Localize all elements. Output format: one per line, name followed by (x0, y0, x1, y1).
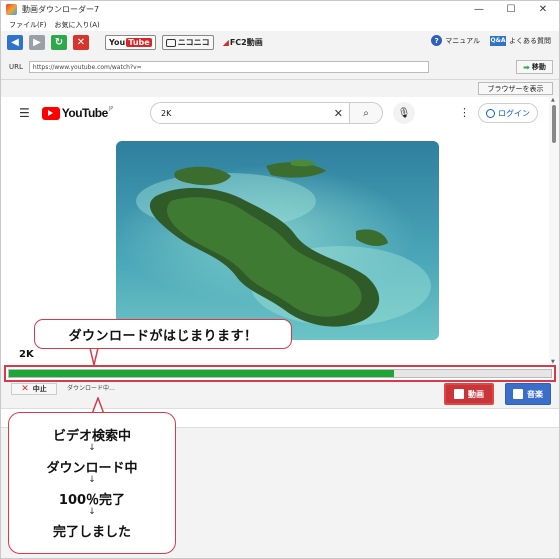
title-bar: 動画ダウンローダー7 — ☐ ✕ (1, 1, 559, 18)
youtube-header: ☰ YouTube JP 2K ✕ ⌕ 🎙 ⋮ ログイン (1, 97, 549, 129)
faq-link[interactable]: Q&A よくある質問 (490, 35, 551, 46)
go-label: 移動 (531, 63, 546, 71)
fc2-site-button[interactable]: ◢ FC2動画 (220, 35, 266, 50)
video-thumbnail (116, 141, 439, 340)
progress-bar (8, 369, 552, 378)
fc2-logo-icon: ◢ (222, 38, 229, 47)
music-icon (513, 389, 523, 399)
menu-favorites[interactable]: お気に入り(A) (55, 20, 100, 30)
minimize-button[interactable]: — (463, 1, 495, 18)
down-arrow-icon: ↓ (88, 443, 96, 453)
down-arrow-icon: ↓ (88, 475, 96, 485)
tv-icon (165, 38, 176, 47)
manual-label: マニュアル (445, 36, 480, 45)
fc2-label: FC2動画 (229, 38, 263, 47)
close-icon: ✕ (76, 37, 86, 48)
film-icon (454, 389, 464, 399)
qa-icon: Q&A (490, 35, 506, 46)
app-icon (6, 4, 17, 15)
microphone-icon: 🎙 (397, 107, 411, 119)
maximize-button[interactable]: ☐ (495, 1, 527, 18)
back-button[interactable]: ◀ (7, 35, 23, 50)
url-input[interactable]: https://www.youtube.com/watch?v= (28, 61, 429, 73)
callout-download-start: ダウンロードがはじまります！ (34, 319, 292, 349)
niconico-label: ニコニコ (177, 38, 210, 47)
search-icon: ⌕ (363, 107, 369, 119)
account-icon (486, 108, 495, 118)
step-finished: 完了しました (52, 525, 131, 540)
video-button-label: 動画 (468, 389, 484, 399)
toolbar: ◀ ▶ ↻ ✕ You Tube ニコニコ ◢ FC2動画 ? マニュアル Q&A よく… (1, 32, 559, 53)
question-icon: ? (431, 35, 443, 46)
menu-file[interactable]: ファイル(F) (9, 20, 47, 30)
help-links: ? マニュアル Q&A よくある質問 (421, 35, 551, 46)
status-text: ダウンロード中… (67, 385, 116, 392)
menu-bar: ファイル(F) お気に入り(A) (1, 18, 559, 31)
youtube-search-input[interactable]: 2K ✕ (150, 102, 350, 124)
divider (1, 79, 559, 80)
scroll-thumb[interactable] (552, 105, 556, 143)
progress-fill (9, 370, 394, 377)
close-icon: ✕ (21, 384, 29, 394)
video-title[interactable]: 2K (19, 349, 34, 360)
scroll-up-icon[interactable]: ▲ (551, 97, 555, 103)
go-button[interactable]: ➡ 移動 (516, 60, 553, 74)
cancel-button[interactable]: ✕ 中止 (11, 383, 57, 395)
close-button[interactable]: ✕ (527, 1, 559, 18)
go-arrow-icon: ➡ (523, 62, 530, 72)
login-label: ログイン (498, 108, 530, 118)
vertical-scrollbar[interactable]: ▲ ▼ (549, 97, 559, 365)
video-download-button[interactable]: 動画 (444, 383, 494, 405)
youtube-login-button[interactable]: ログイン (478, 103, 538, 123)
microphone-button[interactable]: 🎙 (393, 102, 415, 124)
niconico-site-button[interactable]: ニコニコ (161, 35, 214, 50)
status-row: ✕ 中止 ダウンロード中… 動画 音楽 (1, 383, 559, 405)
step-searching: ビデオ検索中 (52, 429, 131, 444)
arrow-left-icon: ◀ (11, 37, 19, 48)
youtube-play-icon (41, 106, 60, 120)
reload-icon: ↻ (54, 37, 64, 48)
youtube-you-label: You (109, 38, 126, 47)
url-label: URL (9, 63, 23, 71)
faq-label: よくある質問 (509, 36, 551, 45)
youtube-logo-text: YouTube (61, 106, 109, 120)
reload-button[interactable]: ↻ (51, 35, 67, 50)
forward-button[interactable]: ▶ (29, 35, 45, 50)
audio-download-button[interactable]: 音楽 (505, 383, 551, 405)
youtube-region: JP (108, 106, 114, 112)
youtube-logo[interactable]: YouTube JP (41, 106, 114, 120)
arrow-right-icon: ▶ (33, 37, 41, 48)
cancel-label: 中止 (32, 385, 47, 393)
menu-icon[interactable]: ☰ (19, 106, 30, 120)
app-window: 動画ダウンローダー7 — ☐ ✕ ファイル(F) お気に入り(A) ◀ ▶ ↻ … (0, 0, 560, 559)
youtube-tube-label: Tube (126, 38, 152, 47)
url-row: URL https://www.youtube.com/watch?v= ➡ 移動 (1, 59, 559, 75)
search-value: 2K (161, 108, 172, 118)
callout-steps: ビデオ検索中 ↓ ダウンロード中 ↓ 100％完了 ↓ 完了しました (8, 412, 176, 554)
manual-link[interactable]: ? マニュアル (431, 35, 480, 46)
audio-button-label: 音楽 (527, 389, 543, 399)
youtube-search-button[interactable]: ⌕ (349, 102, 383, 124)
stop-button[interactable]: ✕ (73, 35, 89, 50)
down-arrow-icon: ↓ (88, 507, 96, 517)
step-downloading: ダウンロード中 (46, 461, 138, 476)
more-options-icon[interactable]: ⋮ (459, 106, 470, 119)
window-title: 動画ダウンローダー7 (22, 5, 100, 14)
show-browser-button[interactable]: ブラウザーを表示 (478, 82, 553, 95)
youtube-site-button[interactable]: You Tube (105, 35, 156, 50)
progress-highlight (4, 365, 556, 382)
clear-icon[interactable]: ✕ (334, 107, 343, 120)
callout-pointer (89, 348, 99, 366)
video-player[interactable] (116, 141, 439, 340)
step-complete-percent: 100％完了 (58, 493, 126, 508)
